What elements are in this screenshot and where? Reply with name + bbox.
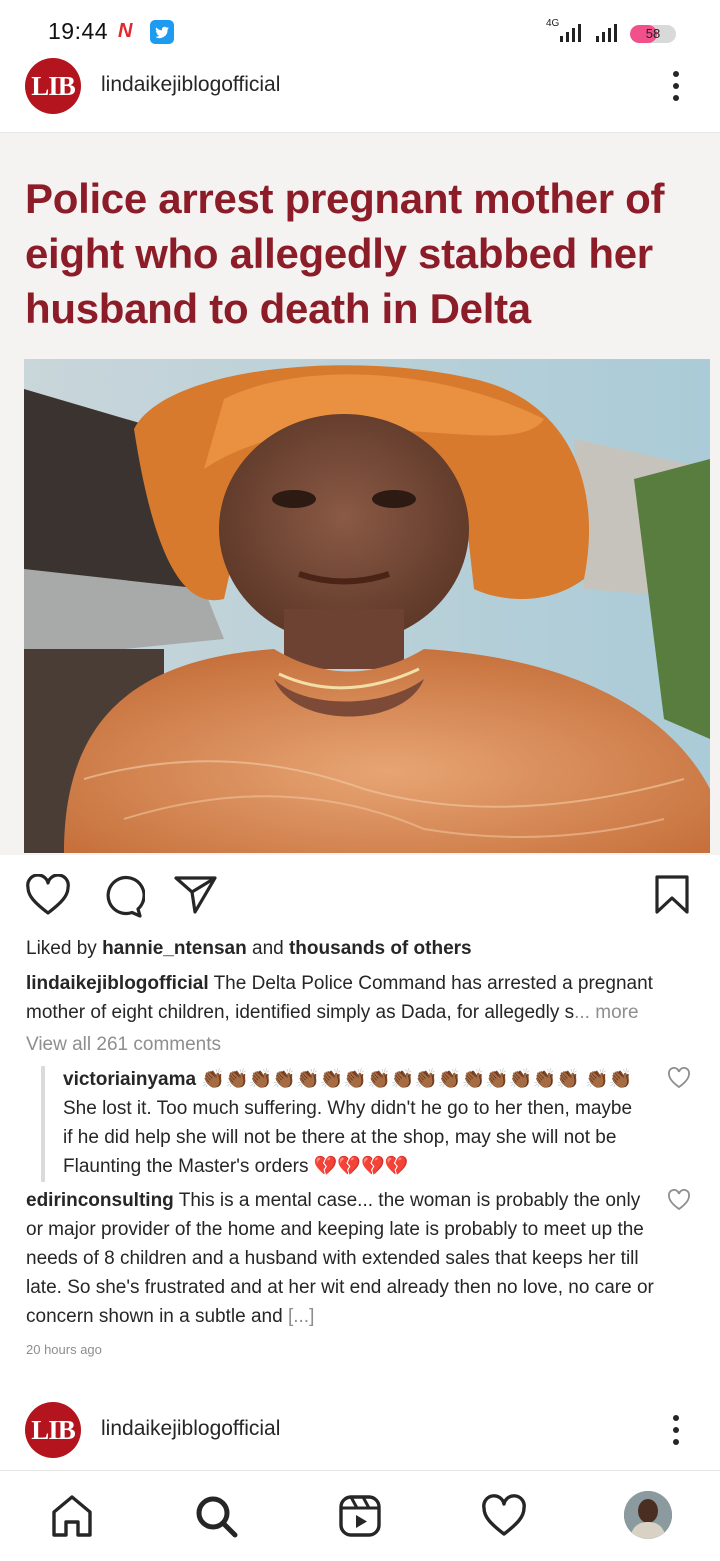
next-post-header: LIB lindaikejiblogofficial xyxy=(0,1400,720,1460)
post-header: LIB lindaikejiblogofficial xyxy=(0,58,720,133)
share-send-icon[interactable] xyxy=(173,874,219,916)
liked-prefix: Liked by xyxy=(26,938,97,959)
post-caption: lindaikejiblogofficial The Delta Police … xyxy=(26,969,702,1027)
account-avatar[interactable]: LIB xyxy=(25,58,81,114)
likes-summary[interactable]: Liked by hannie_ntensan and thousands of… xyxy=(26,938,472,960)
battery-percent: 58 xyxy=(645,26,661,41)
like-heart-icon[interactable] xyxy=(25,874,71,916)
battery-indicator: 58 xyxy=(630,25,676,43)
status-bar: 19:44 N 4G 58 xyxy=(0,0,720,62)
caption-more-link[interactable]: ... more xyxy=(574,1002,638,1023)
home-icon[interactable] xyxy=(49,1493,95,1539)
save-bookmark-icon[interactable] xyxy=(652,874,692,916)
comment-username[interactable]: edirinconsulting xyxy=(26,1190,174,1211)
broken-heart-emojis: 💔💔💔💔 xyxy=(313,1156,409,1177)
account-avatar[interactable]: LIB xyxy=(25,1402,81,1458)
twitter-notification-icon xyxy=(150,20,174,44)
search-icon[interactable] xyxy=(193,1493,239,1539)
heart-icon[interactable] xyxy=(481,1493,527,1539)
reply-thread-bar xyxy=(41,1066,45,1182)
comment-like-heart-icon[interactable] xyxy=(667,1189,691,1211)
post-actions xyxy=(0,868,720,924)
profile-avatar[interactable] xyxy=(624,1491,672,1539)
bottom-navigation xyxy=(0,1470,720,1561)
liked-others[interactable]: thousands of others xyxy=(289,938,472,959)
comment-item: edirinconsulting This is a mental case..… xyxy=(26,1186,656,1331)
post-username[interactable]: lindaikejiblogofficial xyxy=(101,1417,280,1441)
comment-like-heart-icon[interactable] xyxy=(667,1067,691,1089)
post-image[interactable]: Police arrest pregnant mother of eight w… xyxy=(0,133,720,855)
more-options-icon[interactable] xyxy=(660,66,690,106)
view-all-comments-link[interactable]: View all 261 comments xyxy=(26,1034,221,1056)
profile-picture xyxy=(624,1491,672,1539)
signal-2-icon xyxy=(596,24,617,42)
liked-and: and xyxy=(252,938,284,959)
status-time: 19:44 xyxy=(48,18,109,44)
comment-more-link[interactable]: [...] xyxy=(288,1306,314,1327)
caption-username[interactable]: lindaikejiblogofficial xyxy=(26,973,209,994)
liked-user[interactable]: hannie_ntensan xyxy=(102,938,247,959)
signal-1-icon xyxy=(560,24,581,42)
netflix-notification-icon: N xyxy=(118,20,133,42)
comment-emojis: 👏🏾👏🏾👏🏾👏🏾👏🏾👏🏾👏🏾👏🏾👏🏾👏🏾👏🏾👏🏾👏🏾👏🏾👏🏾👏🏾 👏🏾👏🏾 xyxy=(201,1069,633,1090)
woman-photo xyxy=(24,359,710,853)
post-username[interactable]: lindaikejiblogofficial xyxy=(101,73,280,97)
comment-bubble-icon[interactable] xyxy=(99,874,145,920)
post-headline: Police arrest pregnant mother of eight w… xyxy=(25,175,665,332)
comment-username[interactable]: victoriainyama xyxy=(63,1069,196,1090)
reels-icon[interactable] xyxy=(337,1493,383,1539)
comment-item: victoriainyama 👏🏾👏🏾👏🏾👏🏾👏🏾👏🏾👏🏾👏🏾👏🏾👏🏾👏🏾👏🏾👏… xyxy=(63,1065,638,1181)
more-options-icon[interactable] xyxy=(660,1410,690,1450)
post-timestamp: 20 hours ago xyxy=(26,1342,102,1357)
